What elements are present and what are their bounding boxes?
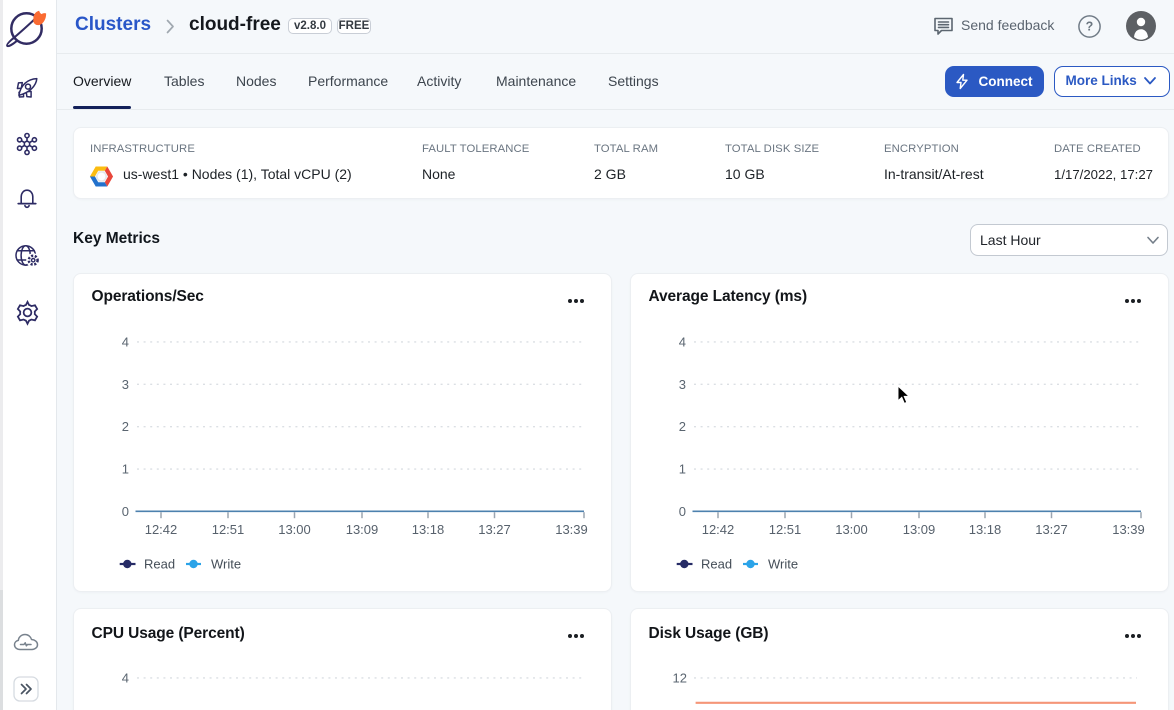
svg-text:12:51: 12:51 xyxy=(212,522,245,537)
svg-text:13:18: 13:18 xyxy=(412,522,445,537)
svg-text:13:39: 13:39 xyxy=(1112,522,1145,537)
svg-text:12:42: 12:42 xyxy=(702,522,735,537)
svg-text:4: 4 xyxy=(122,670,129,685)
svg-text:4: 4 xyxy=(122,334,129,349)
svg-text:12:42: 12:42 xyxy=(145,522,178,537)
svg-text:0: 0 xyxy=(679,504,686,519)
svg-text:13:00: 13:00 xyxy=(278,522,311,537)
svg-text:13:09: 13:09 xyxy=(346,522,379,537)
svg-text:13:00: 13:00 xyxy=(835,522,868,537)
svg-text:Write: Write xyxy=(211,557,241,572)
svg-text:13:27: 13:27 xyxy=(478,522,511,537)
svg-text:13:27: 13:27 xyxy=(1035,522,1068,537)
svg-text:2: 2 xyxy=(679,419,686,434)
svg-text:3: 3 xyxy=(122,377,129,392)
svg-text:0: 0 xyxy=(122,504,129,519)
svg-text:Read: Read xyxy=(701,557,732,572)
svg-text:1: 1 xyxy=(679,462,686,477)
svg-text:4: 4 xyxy=(679,334,686,349)
svg-text:Read: Read xyxy=(144,557,175,572)
svg-text:?: ? xyxy=(1086,20,1094,34)
svg-text:Write: Write xyxy=(768,557,798,572)
svg-text:13:09: 13:09 xyxy=(903,522,936,537)
svg-text:13:39: 13:39 xyxy=(555,522,588,537)
svg-text:13:18: 13:18 xyxy=(969,522,1002,537)
svg-text:1: 1 xyxy=(122,462,129,477)
svg-text:2: 2 xyxy=(122,419,129,434)
svg-text:12:51: 12:51 xyxy=(769,522,802,537)
svg-text:12: 12 xyxy=(673,670,687,685)
svg-text:3: 3 xyxy=(679,377,686,392)
